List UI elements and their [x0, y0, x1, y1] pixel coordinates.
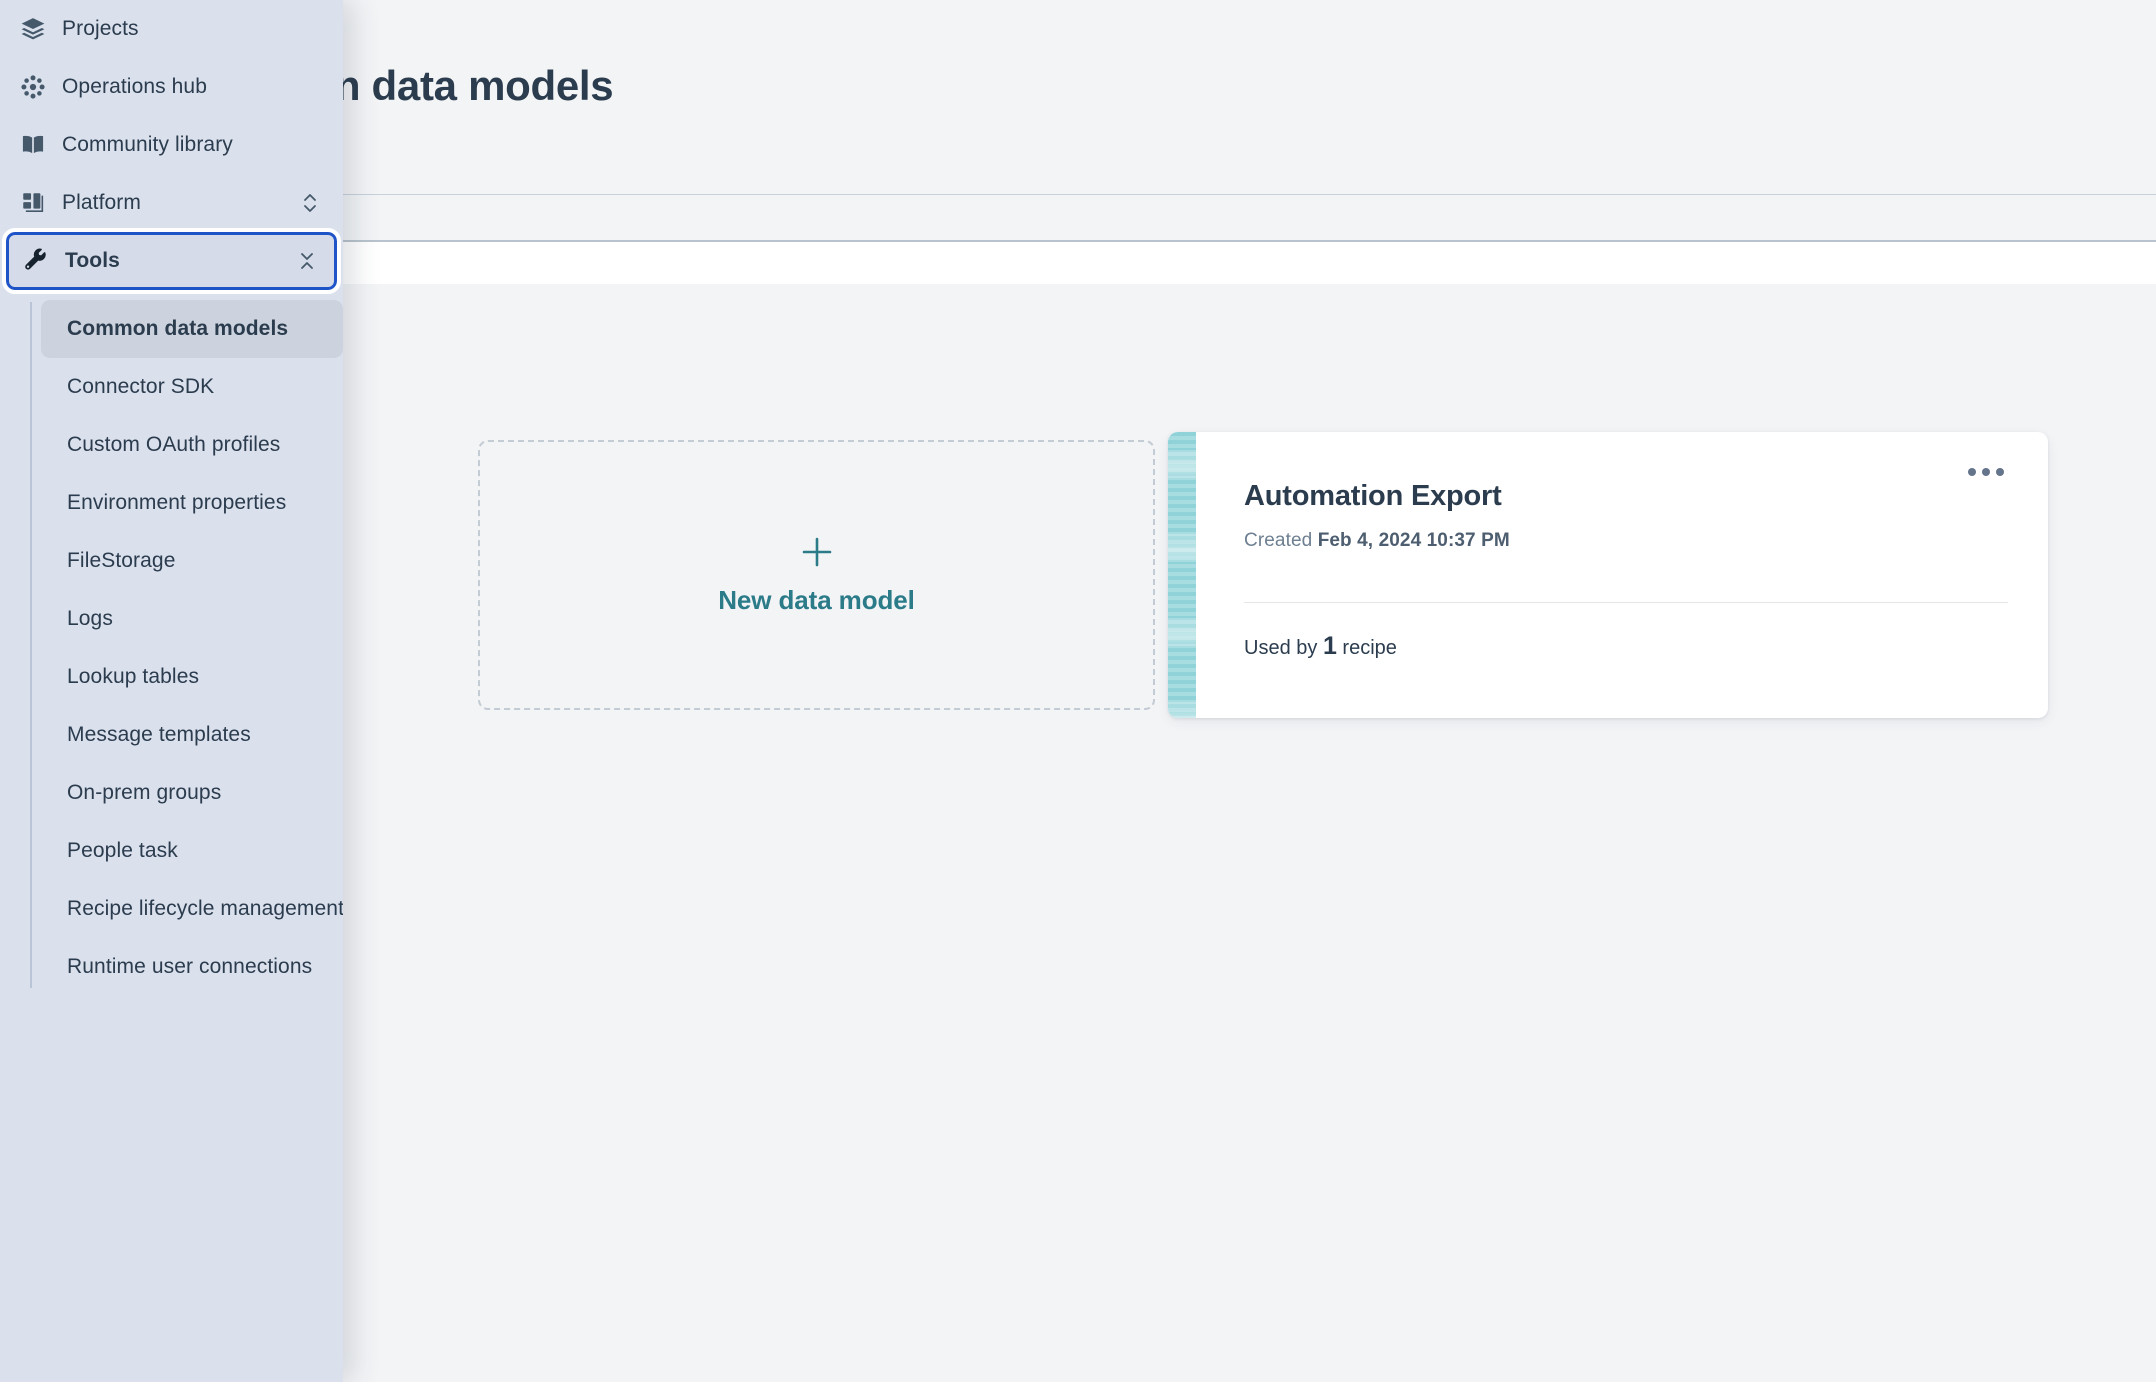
asterisk-icon [18, 72, 48, 102]
plus-icon [800, 535, 834, 569]
data-model-card[interactable]: Automation Export Created Feb 4, 2024 10… [1168, 432, 2048, 718]
sidebar-item-environment-properties[interactable]: Environment properties [41, 474, 343, 532]
kebab-menu-icon[interactable] [1962, 462, 2010, 482]
usage-prefix: Used by [1244, 637, 1318, 659]
usage-count: 1 [1322, 632, 1337, 660]
sidebar-item-community-library[interactable]: Community library [0, 116, 343, 174]
kebab-dot [1982, 468, 1990, 476]
sidebar-item-message-templates[interactable]: Message templates [41, 706, 343, 764]
sidebar-item-label: Projects [62, 17, 139, 40]
sidebar-secondary-nav: Common data models Connector SDK Custom … [0, 300, 343, 996]
kebab-dot [1996, 468, 2004, 476]
created-label: Created [1244, 530, 1313, 551]
sidebar-item-label: Tools [65, 249, 120, 272]
sidebar-item-label: Operations hub [62, 75, 207, 98]
wrench-icon [21, 246, 51, 276]
data-model-created: Created Feb 4, 2024 10:37 PM [1244, 530, 2008, 552]
kebab-dot [1968, 468, 1976, 476]
sidebar-item-platform[interactable]: Platform [0, 174, 343, 232]
sidebar-item-recipe-lifecycle-management[interactable]: Recipe lifecycle management [41, 880, 343, 938]
sidebar-item-lookup-tables[interactable]: Lookup tables [41, 648, 343, 706]
sidebar-item-on-prem-groups[interactable]: On-prem groups [41, 764, 343, 822]
book-icon [18, 130, 48, 160]
grid-panels-icon [18, 188, 48, 218]
new-data-model-card[interactable]: New data model [478, 440, 1155, 710]
sidebar-item-label: Community library [62, 133, 233, 156]
created-value: Feb 4, 2024 10:37 PM [1317, 530, 1510, 551]
usage-suffix: recipe [1342, 637, 1397, 659]
sidebar-item-connector-sdk[interactable]: Connector SDK [41, 358, 343, 416]
sidebar-item-operations-hub[interactable]: Operations hub [0, 58, 343, 116]
card-body: Automation Export Created Feb 4, 2024 10… [1196, 432, 2048, 718]
sidebar-item-label: Platform [62, 191, 141, 214]
app-root: Common data models New data model Automa… [0, 0, 2156, 1382]
expand-vertical-icon[interactable] [299, 190, 321, 216]
sidebar-primary-nav: Projects Operations hub Community librar… [0, 0, 343, 294]
sidebar-navigation: Projects Operations hub Community librar… [0, 0, 343, 1382]
collapse-vertical-icon[interactable] [296, 248, 318, 274]
data-model-usage: Used by 1 recipe [1244, 632, 1397, 661]
card-divider [1244, 602, 2008, 603]
sidebar-item-filestorage[interactable]: FileStorage [41, 532, 343, 590]
layers-icon [18, 14, 48, 44]
sidebar-item-custom-oauth-profiles[interactable]: Custom OAuth profiles [41, 416, 343, 474]
sidebar-item-runtime-user-connections[interactable]: Runtime user connections [41, 938, 343, 996]
sidebar-item-projects[interactable]: Projects [0, 0, 343, 58]
data-model-title: Automation Export [1244, 480, 1502, 512]
sidebar-item-logs[interactable]: Logs [41, 590, 343, 648]
sidebar-item-common-data-models[interactable]: Common data models [41, 300, 343, 358]
sidebar-item-tools[interactable]: Tools [2, 228, 341, 294]
new-data-model-label: New data model [718, 584, 915, 615]
card-accent-stripe [1168, 432, 1196, 718]
sidebar-item-people-task[interactable]: People task [41, 822, 343, 880]
